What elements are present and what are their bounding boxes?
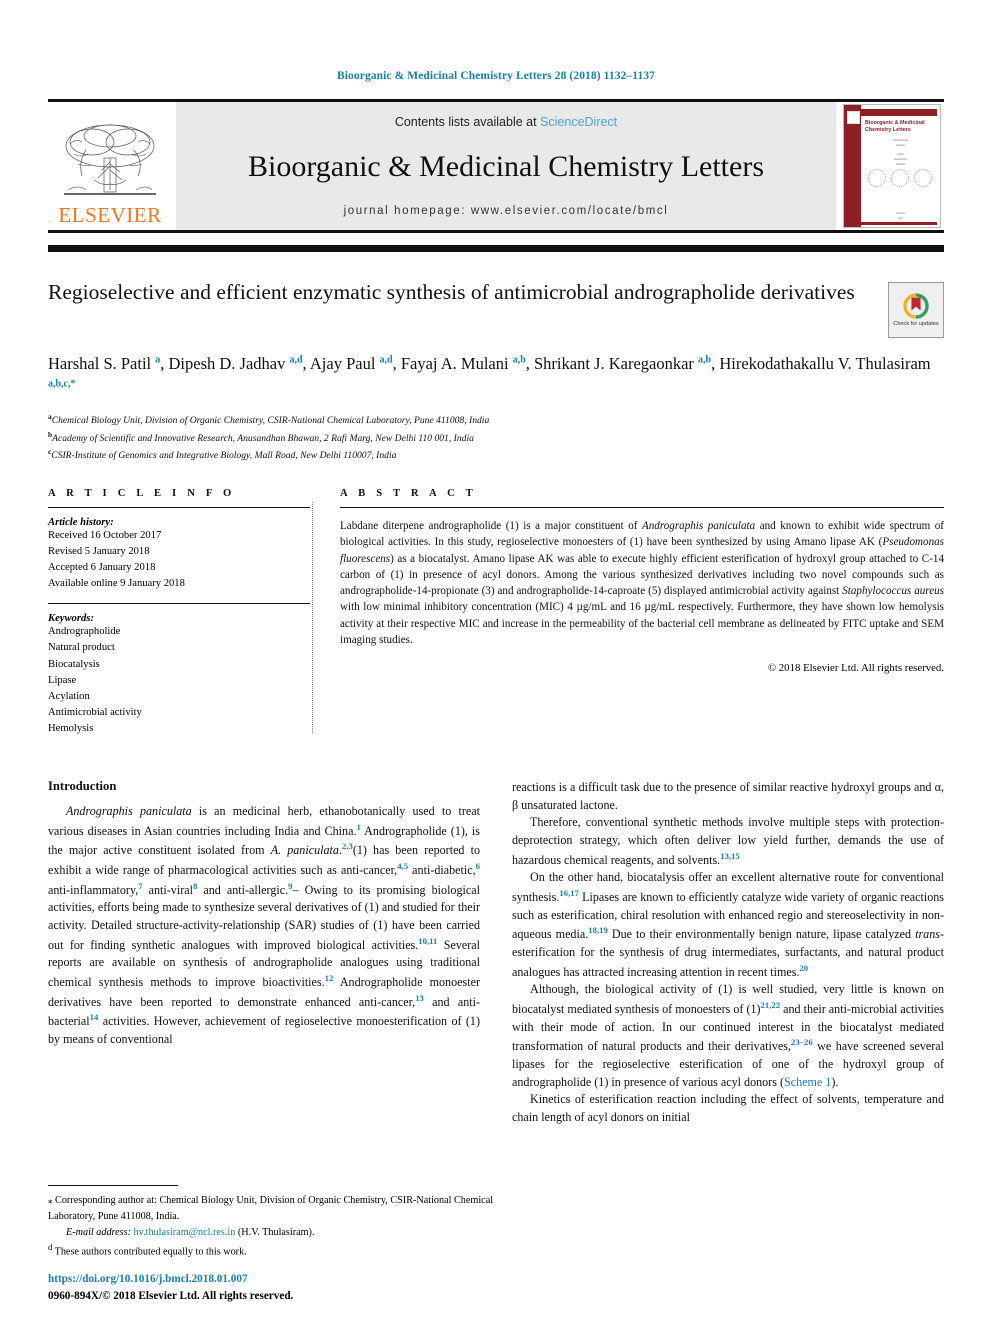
elsevier-logo: ELSEVIER — [48, 102, 172, 230]
history-item: Accepted 6 January 2018 — [48, 562, 156, 574]
cover-molecule-graphic — [866, 165, 934, 191]
corresponding-author-note: ⁎ Corresponding author at: Chemical Biol… — [48, 1195, 494, 1222]
article-history-label: Article history: — [48, 517, 114, 528]
article-history-list: Received 16 October 2017 Revised 5 Janua… — [48, 528, 310, 592]
paragraph: On the other hand, biocatalysis offer an… — [512, 870, 944, 979]
equal-contribution-note: d These authors contributed equally to t… — [48, 1242, 247, 1258]
masthead-center: Contents lists available at ScienceDirec… — [176, 102, 836, 230]
sciencedirect-link[interactable]: ScienceDirect — [540, 115, 617, 129]
footnotes-block: ⁎ Corresponding author at: Chemical Biol… — [48, 1185, 498, 1261]
keyword-item: Antimicrobial activity — [48, 706, 142, 718]
affiliations: aChemical Biology Unit, Division of Orga… — [48, 411, 944, 464]
running-head: Bioorganic & Medicinal Chemistry Letters… — [336, 70, 656, 82]
affiliation-item: cCSIR-Institute of Genomics and Integrat… — [48, 446, 944, 464]
cover-title: Bioorganic & Medicinal Chemistry Letters — [865, 120, 925, 134]
body-columns: Introduction Andrographis paniculata is … — [48, 779, 944, 1127]
title-block: Regioselective and efficient enzymatic s… — [48, 278, 944, 338]
keywords-rule — [48, 603, 310, 605]
cover-footer-text: ▪▪▪▪▪▪▪▪▪ ▪▪▪▪▪ — [895, 211, 906, 221]
affiliation-item: aChemical Biology Unit, Division of Orga… — [48, 411, 944, 429]
cover-image: Bioorganic & Medicinal Chemistry Letters… — [843, 104, 941, 228]
elsevier-tree-icon — [64, 124, 156, 195]
affiliation-text: Chemical Biology Unit, Division of Organ… — [51, 415, 490, 427]
journal-homepage-url[interactable]: journal homepage: www.elsevier.com/locat… — [344, 205, 669, 217]
paragraph: Kinetics of esterification reaction incl… — [512, 1092, 944, 1125]
affiliation-text: CSIR-Institute of Genomics and Integrati… — [51, 450, 397, 462]
history-item: Available online 9 January 2018 — [48, 578, 185, 590]
issn-copyright-line: 0960-894X/© 2018 Elsevier Ltd. All right… — [48, 1290, 294, 1303]
crossmark-label: Check for updates — [893, 320, 939, 327]
keywords-label: Keywords: — [48, 613, 94, 625]
cover-subtitle: ▪▪▪▪▪▪▪▪▪▪▪▪▪▪ ▪▪▪▪▪▪▪▪▪ ▪▪▪▪▪▪ ▪▪▪▪▪▪▪▪▪▪▪… — [893, 138, 908, 166]
footer-doi-block: https://doi.org/10.1016/j.bmcl.2018.01.0… — [48, 1271, 293, 1305]
author-list: Harshal S. Patil a, Dipesh D. Jadhav a,d… — [48, 354, 931, 390]
journal-title: Bioorganic & Medicinal Chemistry Letters — [247, 150, 764, 183]
history-item: Received 16 October 2017 — [48, 530, 162, 541]
affiliation-text: Academy of Scientific and Innovative Res… — [52, 432, 474, 444]
abstract-heading: A B S T R A C T — [340, 488, 477, 499]
affiliation-item: bAcademy of Scientific and Innovative Re… — [48, 429, 944, 447]
cover-top-bar — [861, 109, 937, 116]
elsevier-wordmark: ELSEVIER — [58, 203, 162, 227]
masthead-divider — [48, 245, 944, 252]
keyword-item: Andrographolide — [48, 626, 121, 638]
column-separator — [312, 502, 314, 734]
keyword-item: Natural product — [48, 642, 115, 654]
journal-cover-thumbnail[interactable]: Bioorganic & Medicinal Chemistry Letters… — [840, 102, 944, 230]
page-title: Regioselective and efficient enzymatic s… — [48, 280, 855, 304]
keyword-item: Lipase — [48, 674, 77, 686]
keyword-item: Acylation — [48, 690, 90, 702]
paragraph: reactions is a difficult task due to the… — [512, 780, 944, 812]
email-note: E-mail address: hv.thulasiram@ncl.res.in… — [66, 1227, 315, 1239]
keyword-item: Biocatalysis — [48, 658, 100, 670]
article-info-column: A R T I C L E I N F O Article history: R… — [48, 488, 336, 737]
body-left-column: Introduction Andrographis paniculata is … — [48, 779, 480, 1127]
cover-publisher-logo-icon — [847, 111, 860, 124]
paper-page: Bioorganic & Medicinal Chemistry Letters… — [0, 0, 992, 1323]
doi-link[interactable]: https://doi.org/10.1016/j.bmcl.2018.01.0… — [48, 1271, 293, 1288]
abstract-rule — [340, 507, 944, 508]
paragraph: Therefore, conventional synthetic method… — [512, 815, 944, 867]
article-info-heading: A R T I C L E I N F O — [48, 488, 236, 499]
contents-available-line: Contents lists available at ScienceDirec… — [395, 115, 617, 129]
keyword-item: Hemolysis — [48, 722, 94, 734]
abstract-text: Labdane diterpene andrographolide (1) is… — [340, 520, 945, 647]
crossmark-badge[interactable]: Check for updates — [888, 282, 944, 338]
crossmark-icon — [903, 292, 929, 319]
body-right-column: reactions is a difficult task due to the… — [512, 779, 944, 1127]
keywords-list: Andrographolide Natural product Biocatal… — [48, 624, 310, 737]
footnote-rule — [48, 1185, 178, 1187]
abstract-column: A B S T R A C T Labdane diterpene androg… — [336, 488, 944, 737]
info-abstract-row: A R T I C L E I N F O Article history: R… — [48, 488, 944, 737]
journal-masthead: ELSEVIER Contents lists available at Sci… — [48, 99, 944, 233]
history-item: Revised 5 January 2018 — [48, 546, 150, 558]
paragraph: Andrographis paniculata is an medicinal … — [48, 804, 481, 1047]
article-info-rule — [48, 507, 310, 508]
paragraph: Although, the biological activity of (1)… — [512, 982, 944, 1089]
contents-prefix: Contents lists available at — [394, 115, 541, 129]
cover-bottom-bar — [861, 222, 937, 225]
copyright-line: © 2018 Elsevier Ltd. All rights reserved… — [767, 662, 944, 675]
section-heading-introduction: Introduction — [48, 779, 117, 794]
